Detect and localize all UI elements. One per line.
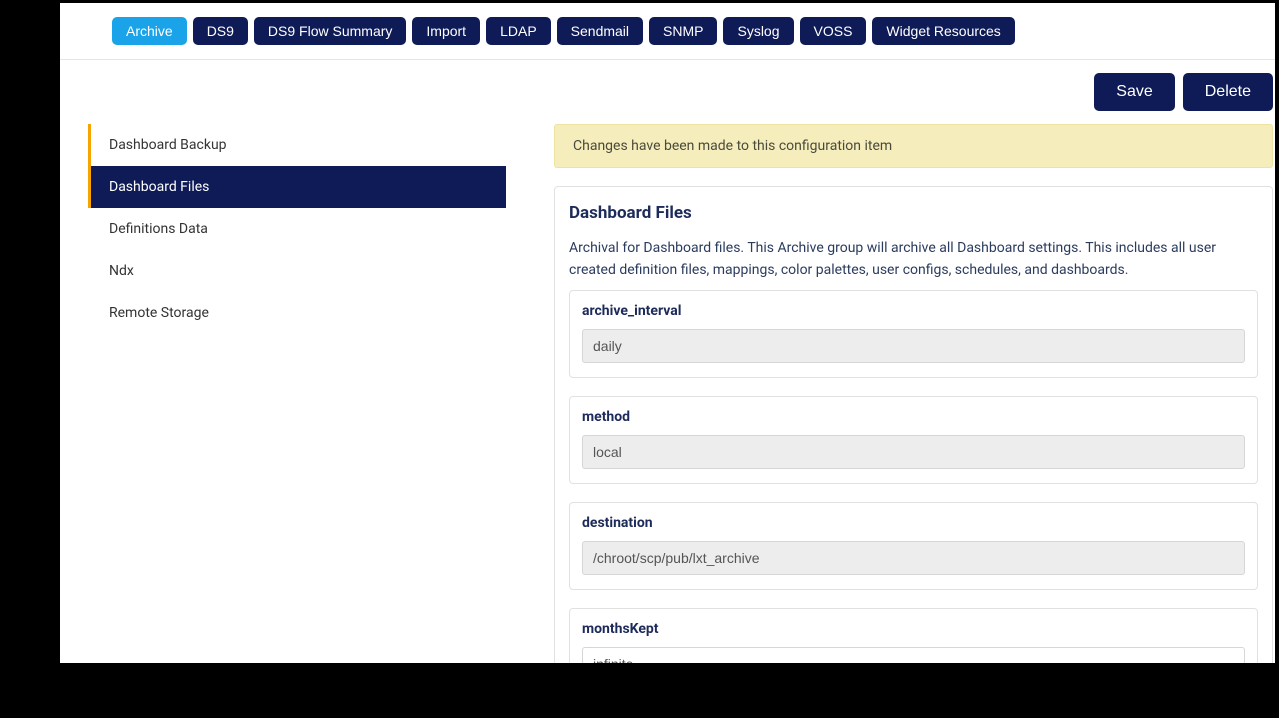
save-button[interactable]: Save: [1094, 73, 1174, 111]
field-destination: destination: [569, 502, 1258, 590]
actions-row: Save Delete: [60, 60, 1275, 111]
sidebar-item-dashboard-files[interactable]: Dashboard Files: [88, 166, 506, 208]
sidebar-item-dashboard-backup[interactable]: Dashboard Backup: [88, 124, 506, 166]
input-archive-interval[interactable]: [582, 329, 1245, 363]
label-destination: destination: [582, 515, 1245, 531]
tab-ds9[interactable]: DS9: [193, 17, 248, 45]
tab-archive[interactable]: Archive: [112, 17, 187, 45]
field-archive-interval: archive_interval: [569, 290, 1258, 378]
sidebar-item-ndx[interactable]: Ndx: [88, 250, 506, 292]
input-method[interactable]: [582, 435, 1245, 469]
sidebar-item-definitions-data[interactable]: Definitions Data: [88, 208, 506, 250]
label-method: method: [582, 409, 1245, 425]
input-destination[interactable]: [582, 541, 1245, 575]
tab-sendmail[interactable]: Sendmail: [557, 17, 643, 45]
sidebar: Dashboard Backup Dashboard Files Definit…: [88, 124, 506, 663]
tab-import[interactable]: Import: [412, 17, 480, 45]
field-months-kept: monthsKept: [569, 608, 1258, 663]
tab-snmp[interactable]: SNMP: [649, 17, 717, 45]
input-months-kept[interactable]: [582, 647, 1245, 663]
panel-description: Archival for Dashboard files. This Archi…: [569, 237, 1258, 282]
tab-voss[interactable]: VOSS: [800, 17, 867, 45]
label-archive-interval: archive_interval: [582, 303, 1245, 319]
label-months-kept: monthsKept: [582, 621, 1245, 637]
changes-alert: Changes have been made to this configura…: [554, 124, 1273, 168]
tab-syslog[interactable]: Syslog: [723, 17, 793, 45]
dashboard-files-panel: Dashboard Files Archival for Dashboard f…: [554, 186, 1273, 663]
sidebar-item-remote-storage[interactable]: Remote Storage: [88, 292, 506, 334]
tab-ds9-flow-summary[interactable]: DS9 Flow Summary: [254, 17, 406, 45]
field-method: method: [569, 396, 1258, 484]
panel-title: Dashboard Files: [569, 203, 1258, 223]
tab-widget-resources[interactable]: Widget Resources: [872, 17, 1014, 45]
tab-row: Archive DS9 DS9 Flow Summary Import LDAP…: [60, 3, 1275, 60]
tab-ldap[interactable]: LDAP: [486, 17, 551, 45]
main-content: Changes have been made to this configura…: [554, 124, 1273, 663]
delete-button[interactable]: Delete: [1183, 73, 1273, 111]
